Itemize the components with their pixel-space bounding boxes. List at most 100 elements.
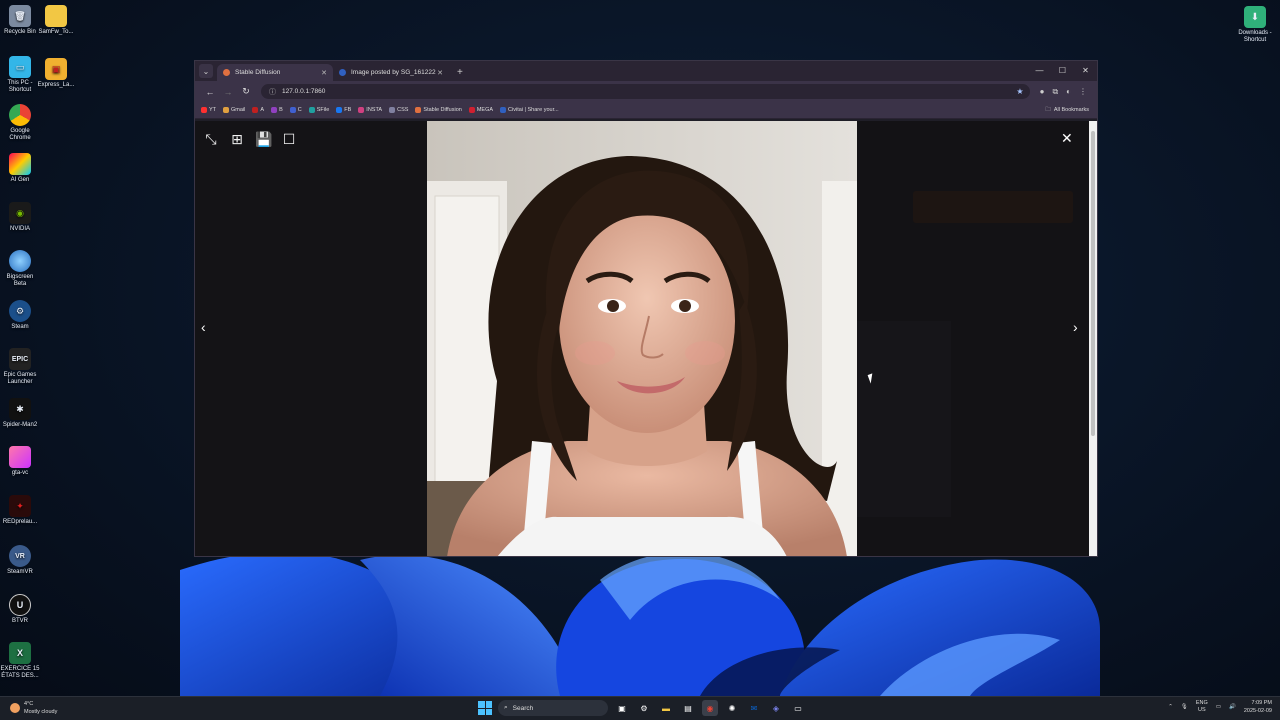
microphone-icon[interactable]: 🎙 bbox=[1181, 704, 1188, 710]
desktop-icon-steam[interactable]: ⚙ Steam bbox=[0, 300, 40, 331]
extension-icon[interactable]: ● bbox=[1040, 87, 1045, 97]
volume-icon[interactable]: 🔊 bbox=[1229, 704, 1236, 710]
butterfly-icon bbox=[9, 153, 31, 175]
desktop-icon-samfw[interactable]: SamFw_To... bbox=[36, 5, 76, 36]
bookmark-item[interactable]: Civitai | Share your... bbox=[500, 107, 559, 113]
lightbox-prev-button[interactable]: ‹ bbox=[201, 319, 206, 335]
site-info-icon[interactable]: ⓘ bbox=[269, 87, 276, 97]
nvidia-icon: ◉ bbox=[9, 202, 31, 224]
bookmark-item[interactable]: CSS bbox=[389, 107, 408, 113]
bookmark-item[interactable]: INSTA bbox=[358, 107, 382, 113]
taskbar-search[interactable]: ⌕ Search bbox=[498, 700, 608, 716]
epic-icon: EPIC bbox=[9, 348, 31, 370]
network-icon[interactable]: ▭ bbox=[1216, 704, 1221, 710]
recycle-bin-icon: 🗑 bbox=[9, 5, 31, 27]
windows-start-icon[interactable] bbox=[478, 701, 492, 715]
bookmark-label: Civitai | Share your... bbox=[508, 107, 559, 113]
task-view-icon[interactable]: ▣ bbox=[614, 700, 630, 716]
language-indicator[interactable]: ENG US bbox=[1196, 700, 1208, 714]
bookmark-label: CSS bbox=[397, 107, 409, 113]
scrollbar-thumb[interactable] bbox=[1091, 131, 1095, 436]
profile-icon[interactable]: ◐ bbox=[1066, 87, 1071, 97]
vr-icon: VR bbox=[9, 545, 31, 567]
file-explorer-icon[interactable]: ▬ bbox=[658, 700, 674, 716]
tray-overflow-icon[interactable]: ⌃ bbox=[1168, 704, 1173, 710]
bookmark-item[interactable]: MEGA bbox=[468, 107, 493, 113]
civitai-favicon-icon bbox=[339, 69, 346, 76]
system-tray: ⌃ 🎙 ENG US ▭ 🔊 7:09 PM 2025-02-09 bbox=[1168, 699, 1272, 715]
unreal-icon: U bbox=[9, 594, 31, 616]
bookmark-item[interactable]: Stable Diffusion bbox=[415, 107, 462, 113]
bookmark-item[interactable]: SFile bbox=[308, 107, 329, 113]
tab-close-icon[interactable]: ✕ bbox=[321, 69, 327, 77]
bookmarks-bar: YT Gmail A B C SFile FB INSTA CSS Stable Diffusio… bbox=[195, 102, 1097, 119]
bookmark-item[interactable]: YT bbox=[201, 107, 216, 113]
desktop-icon-epic[interactable]: EPIC Epic Games Launcher bbox=[0, 348, 40, 386]
desktop-icon-this-pc[interactable]: ▭ This PC - Shortcut bbox=[0, 56, 40, 94]
desktop-icon-excel[interactable]: X EXERCICE 15 ÉTATS DES... bbox=[0, 642, 40, 680]
chrome-taskbar-icon[interactable]: ◉ bbox=[702, 700, 718, 716]
new-tab-button[interactable]: + bbox=[457, 67, 463, 78]
close-window-button[interactable]: ✕ bbox=[1074, 61, 1097, 81]
all-bookmarks-button[interactable]: 🗀 All Bookmarks bbox=[1045, 106, 1089, 115]
forward-button[interactable]: → bbox=[219, 87, 237, 97]
bookmark-favicon-icon bbox=[415, 107, 422, 113]
settings-icon[interactable]: ⚙ bbox=[636, 700, 652, 716]
weather-widget[interactable]: 4°C Mostly cloudy bbox=[10, 700, 57, 716]
desktop-icon-ai-gen[interactable]: AI Gen bbox=[0, 153, 40, 184]
tab-close-icon[interactable]: ✕ bbox=[437, 69, 443, 77]
extensions-puzzle-icon[interactable]: ⧉ bbox=[1052, 87, 1058, 97]
clock[interactable]: 7:09 PM 2025-02-09 bbox=[1244, 699, 1272, 715]
page-scrollbar[interactable] bbox=[1089, 121, 1097, 556]
reload-button[interactable]: ↻ bbox=[237, 86, 255, 97]
maximize-button[interactable]: ☐ bbox=[1051, 61, 1074, 81]
desktop-icon-recycle-bin[interactable]: 🗑 Recycle Bin bbox=[0, 5, 40, 36]
tab-search-button[interactable]: ⌄ bbox=[199, 64, 213, 78]
desktop-icon-gta[interactable]: gta-vc bbox=[0, 446, 40, 477]
steam-taskbar-icon[interactable]: ✺ bbox=[724, 700, 740, 716]
bookmark-item[interactable]: Gmail bbox=[223, 107, 245, 113]
app-icon: ▣ bbox=[45, 58, 67, 80]
bookmark-item[interactable]: FB bbox=[336, 107, 351, 113]
browser-toolbar: ← → ↻ ⓘ 127.0.0.1:7860 ★ ● ⧉ ◐ ⋮ bbox=[195, 81, 1097, 102]
store-icon[interactable]: ▤ bbox=[680, 700, 696, 716]
tab-stable-diffusion[interactable]: Stable Diffusion ✕ bbox=[217, 64, 333, 81]
bookmark-star-icon[interactable]: ★ bbox=[1016, 87, 1023, 96]
window-controls: — ☐ ✕ bbox=[1028, 61, 1097, 81]
terminal-icon[interactable]: ▭ bbox=[790, 700, 806, 716]
desktop-icon-spider-man[interactable]: ✱ Spider-Man2 bbox=[0, 398, 40, 429]
fullscreen-icon[interactable]: ⤡ bbox=[203, 131, 219, 148]
bookmark-label: YT bbox=[209, 107, 217, 113]
bookmark-item[interactable]: C bbox=[289, 107, 302, 113]
desktop-icon-downloads[interactable]: ⬇ Downloads - Shortcut bbox=[1235, 6, 1275, 44]
tile-grid-icon[interactable]: ⊞ bbox=[229, 131, 245, 148]
lightbox-close-button[interactable]: ✕ bbox=[1061, 130, 1073, 147]
minimize-button[interactable]: — bbox=[1028, 61, 1051, 81]
menu-kebab-icon[interactable]: ⋮ bbox=[1079, 87, 1087, 97]
excel-icon: X bbox=[9, 642, 31, 664]
desktop-icon-express[interactable]: ▣ Express_La... bbox=[36, 58, 76, 89]
desktop-icon-bigscreen[interactable]: Bigscreen Beta bbox=[0, 250, 40, 288]
bookmark-favicon-icon bbox=[223, 107, 230, 113]
bookmark-label: Gmail bbox=[231, 107, 246, 113]
bookmark-item[interactable]: A bbox=[252, 107, 264, 113]
lightbox-next-button[interactable]: › bbox=[1073, 319, 1078, 335]
back-button[interactable]: ← bbox=[201, 87, 219, 97]
desktop-icon-steamvr[interactable]: VR SteamVR bbox=[0, 545, 40, 576]
desktop-icon-nvidia[interactable]: ◉ NVIDIA bbox=[0, 202, 40, 233]
zoom-toggle-icon[interactable]: ☐ bbox=[281, 131, 297, 148]
tab-image-posted[interactable]: Image posted by SG_161222 ✕ bbox=[333, 64, 449, 81]
teams-icon[interactable]: ◈ bbox=[768, 700, 784, 716]
page-content: ⤡ ⊞ 💾 ☐ ✕ ‹ › bbox=[195, 121, 1097, 556]
desktop-icon-chrome[interactable]: Google Chrome bbox=[0, 104, 40, 142]
save-icon[interactable]: 💾 bbox=[255, 131, 272, 148]
lightbox-toolbar: ⤡ ⊞ 💾 ☐ bbox=[203, 131, 297, 148]
url-text: 127.0.0.1:7860 bbox=[282, 88, 326, 95]
lightbox-image bbox=[427, 121, 857, 556]
desktop-icon-red[interactable]: ✦ REDprelau... bbox=[0, 495, 40, 526]
desktop-icon-btvr[interactable]: U BTVR bbox=[0, 594, 40, 625]
outlook-icon[interactable]: ✉ bbox=[746, 700, 762, 716]
bookmark-item[interactable]: B bbox=[271, 107, 283, 113]
search-icon: ⌕ bbox=[504, 704, 508, 711]
address-bar[interactable]: ⓘ 127.0.0.1:7860 ★ bbox=[261, 84, 1030, 99]
